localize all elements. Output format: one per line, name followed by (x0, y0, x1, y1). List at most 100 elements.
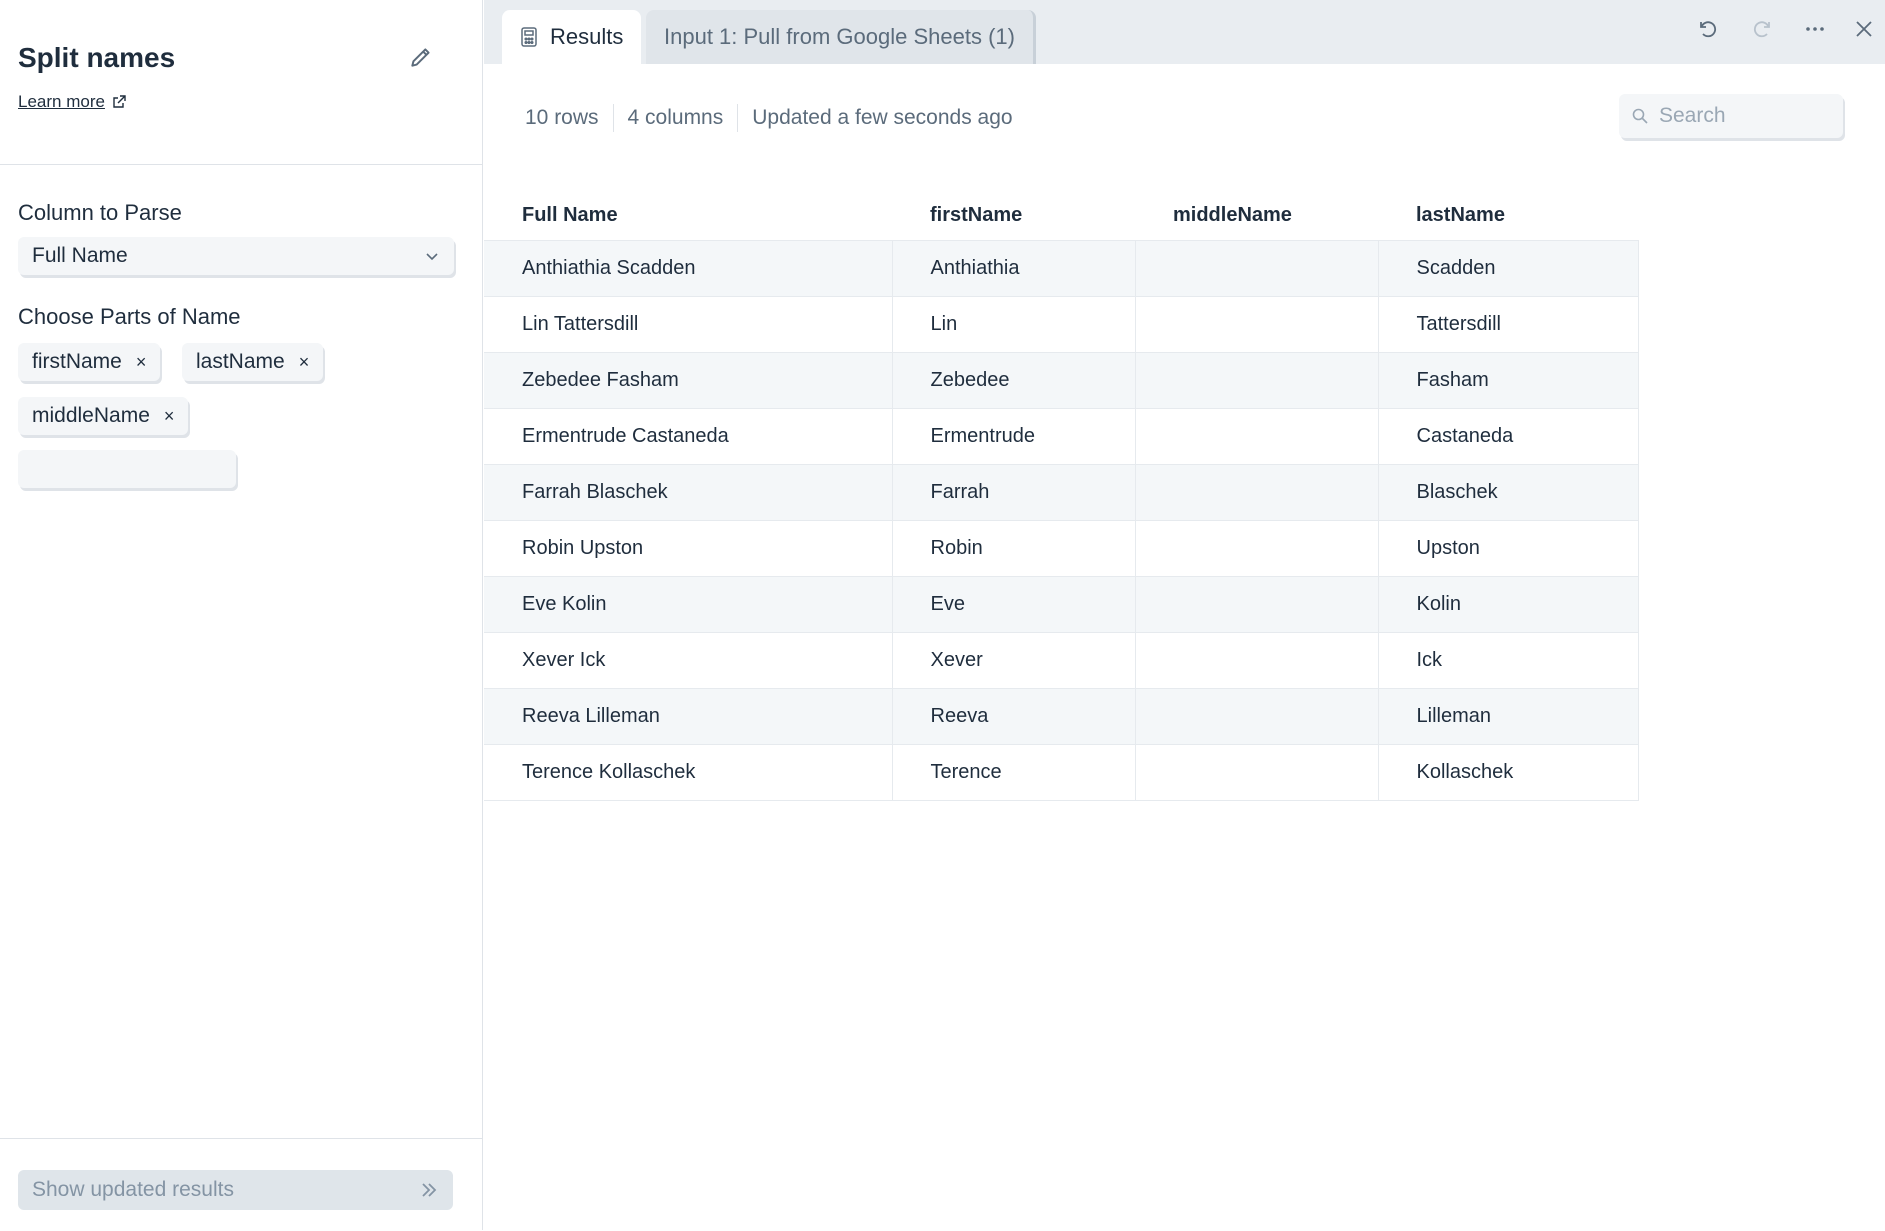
step-title: Split names (18, 42, 176, 73)
table-cell[interactable]: Terence Kollaschek (484, 743, 893, 801)
more-horizontal-icon (1806, 27, 1824, 31)
column-count: 4 columns (627, 106, 724, 129)
learn-more-label: Learn more (18, 92, 105, 111)
table-row: Robin Upston Robin Upston (484, 519, 1639, 577)
table-cell[interactable] (1135, 743, 1379, 801)
table-cell[interactable]: Fasham (1378, 351, 1639, 409)
table-cell[interactable] (1135, 575, 1379, 633)
table-cell[interactable]: Anthiathia (892, 239, 1136, 297)
double-chevron-right-icon (422, 1183, 437, 1197)
table-cell[interactable]: Scadden (1378, 239, 1639, 297)
table-cell[interactable]: Kollaschek (1378, 743, 1639, 801)
add-name-part-input[interactable] (18, 450, 236, 488)
edit-step-button[interactable] (408, 44, 438, 74)
table-cell[interactable] (1135, 407, 1379, 465)
table-cell[interactable]: Castaneda (1378, 407, 1639, 465)
pencil-icon (411, 48, 430, 67)
table-cell[interactable]: Zebedee Fasham (484, 351, 893, 409)
show-updated-results-button[interactable]: Show updated results (18, 1170, 453, 1210)
table-header-row: Full Name firstName middleName lastName (484, 192, 1638, 240)
redo-icon (1753, 21, 1770, 38)
step-footer: Show updated results (0, 1138, 483, 1231)
results-panel: Results Input 1: Pull from Google Sheets… (484, 0, 1885, 1230)
table-cell[interactable]: Robin Upston (484, 519, 893, 577)
tag-label: middleName (32, 404, 150, 427)
external-link-icon (113, 95, 126, 108)
table-cell[interactable] (1135, 519, 1379, 577)
table-row: Xever Ick Xever Ick (484, 631, 1639, 689)
table-cell[interactable] (1135, 463, 1379, 521)
table-cell[interactable]: Eve Kolin (484, 575, 893, 633)
show-updated-results-label: Show updated results (32, 1178, 234, 1201)
table-cell[interactable]: Eve (892, 575, 1136, 633)
table-cell[interactable] (1135, 351, 1379, 409)
table-cell[interactable]: Xever (892, 631, 1136, 689)
column-to-parse-select[interactable]: Full Name (18, 237, 454, 275)
table-cell[interactable]: Xever Ick (484, 631, 893, 689)
table-cell[interactable]: Ick (1378, 631, 1639, 689)
name-part-tag-lastname: lastName × (182, 343, 324, 381)
table-cell[interactable]: Upston (1378, 519, 1639, 577)
close-icon (1856, 21, 1872, 37)
column-header[interactable]: firstName (892, 192, 1135, 240)
chevron-down-icon (426, 253, 438, 261)
table-cell[interactable]: Terence (892, 743, 1136, 801)
table-cell[interactable]: Anthiathia Scadden (484, 239, 893, 297)
search-box[interactable] (1619, 94, 1843, 138)
table-cell[interactable]: Lin Tattersdill (484, 295, 893, 353)
table-cell[interactable] (1135, 295, 1379, 353)
step-header: Split names Learn more (0, 0, 483, 165)
step-config-panel: Split names Learn more Column to Parse F… (0, 0, 483, 1230)
divider (737, 104, 739, 132)
tab-input-label: Input 1: Pull from Google Sheets (1) (664, 24, 1015, 49)
table-row: Lin Tattersdill Lin Tattersdill (484, 295, 1639, 353)
more-options-button[interactable] (1800, 14, 1830, 44)
learn-more-link[interactable]: Learn more (18, 92, 127, 112)
table-cell[interactable]: Kolin (1378, 575, 1639, 633)
table-cell[interactable]: Robin (892, 519, 1136, 577)
table-row: Eve Kolin Eve Kolin (484, 575, 1639, 633)
tab-results[interactable]: Results (502, 10, 642, 64)
table-cell[interactable]: Zebedee (892, 351, 1136, 409)
column-header[interactable]: lastName (1378, 192, 1638, 240)
tag-label: lastName (196, 350, 285, 373)
redo-button[interactable] (1747, 14, 1777, 44)
search-input[interactable] (1657, 103, 1831, 129)
undo-button[interactable] (1693, 14, 1723, 44)
remove-lastname-icon[interactable]: × (299, 353, 310, 371)
column-header[interactable]: middleName (1135, 192, 1378, 240)
calculator-icon (521, 27, 537, 47)
table-row: Farrah Blaschek Farrah Blaschek (484, 463, 1639, 521)
table-cell[interactable]: Farrah Blaschek (484, 463, 893, 521)
table-cell[interactable] (1135, 631, 1379, 689)
search-icon (1632, 108, 1648, 124)
tab-input-1[interactable]: Input 1: Pull from Google Sheets (1) (646, 10, 1036, 64)
close-button[interactable] (1849, 14, 1879, 44)
table-cell[interactable] (1135, 239, 1379, 297)
table-row: Ermentrude Castaneda Ermentrude Castaned… (484, 407, 1639, 465)
table-cell[interactable]: Tattersdill (1378, 295, 1639, 353)
table-cell[interactable]: Farrah (892, 463, 1136, 521)
tag-label: firstName (32, 350, 122, 373)
column-to-parse-label: Column to Parse (18, 200, 182, 225)
remove-middlename-icon[interactable]: × (164, 407, 175, 425)
table-cell[interactable]: Blaschek (1378, 463, 1639, 521)
name-part-tag-firstname: firstName × (18, 343, 161, 381)
remove-firstname-icon[interactable]: × (136, 353, 147, 371)
table-cell[interactable]: Ermentrude (892, 407, 1136, 465)
results-table: Full Name firstName middleName lastName … (484, 192, 1639, 801)
table-row: Zebedee Fasham Zebedee Fasham (484, 351, 1639, 409)
column-header[interactable]: Full Name (484, 192, 892, 240)
table-cell[interactable]: Lilleman (1378, 687, 1639, 745)
table-cell[interactable]: Lin (892, 295, 1136, 353)
results-meta: 10 rows 4 columns Updated a few seconds … (525, 104, 1013, 132)
table-cell[interactable]: Reeva Lilleman (484, 687, 893, 745)
undo-icon (1700, 21, 1717, 38)
tab-bar: Results Input 1: Pull from Google Sheets… (484, 0, 1885, 64)
table-row: Terence Kollaschek Terence Kollaschek (484, 743, 1639, 801)
table-cell[interactable] (1135, 687, 1379, 745)
tab-results-label: Results (550, 24, 624, 49)
table-cell[interactable]: Ermentrude Castaneda (484, 407, 893, 465)
table-cell[interactable]: Reeva (892, 687, 1136, 745)
name-part-tag-middlename: middleName × (18, 397, 189, 435)
